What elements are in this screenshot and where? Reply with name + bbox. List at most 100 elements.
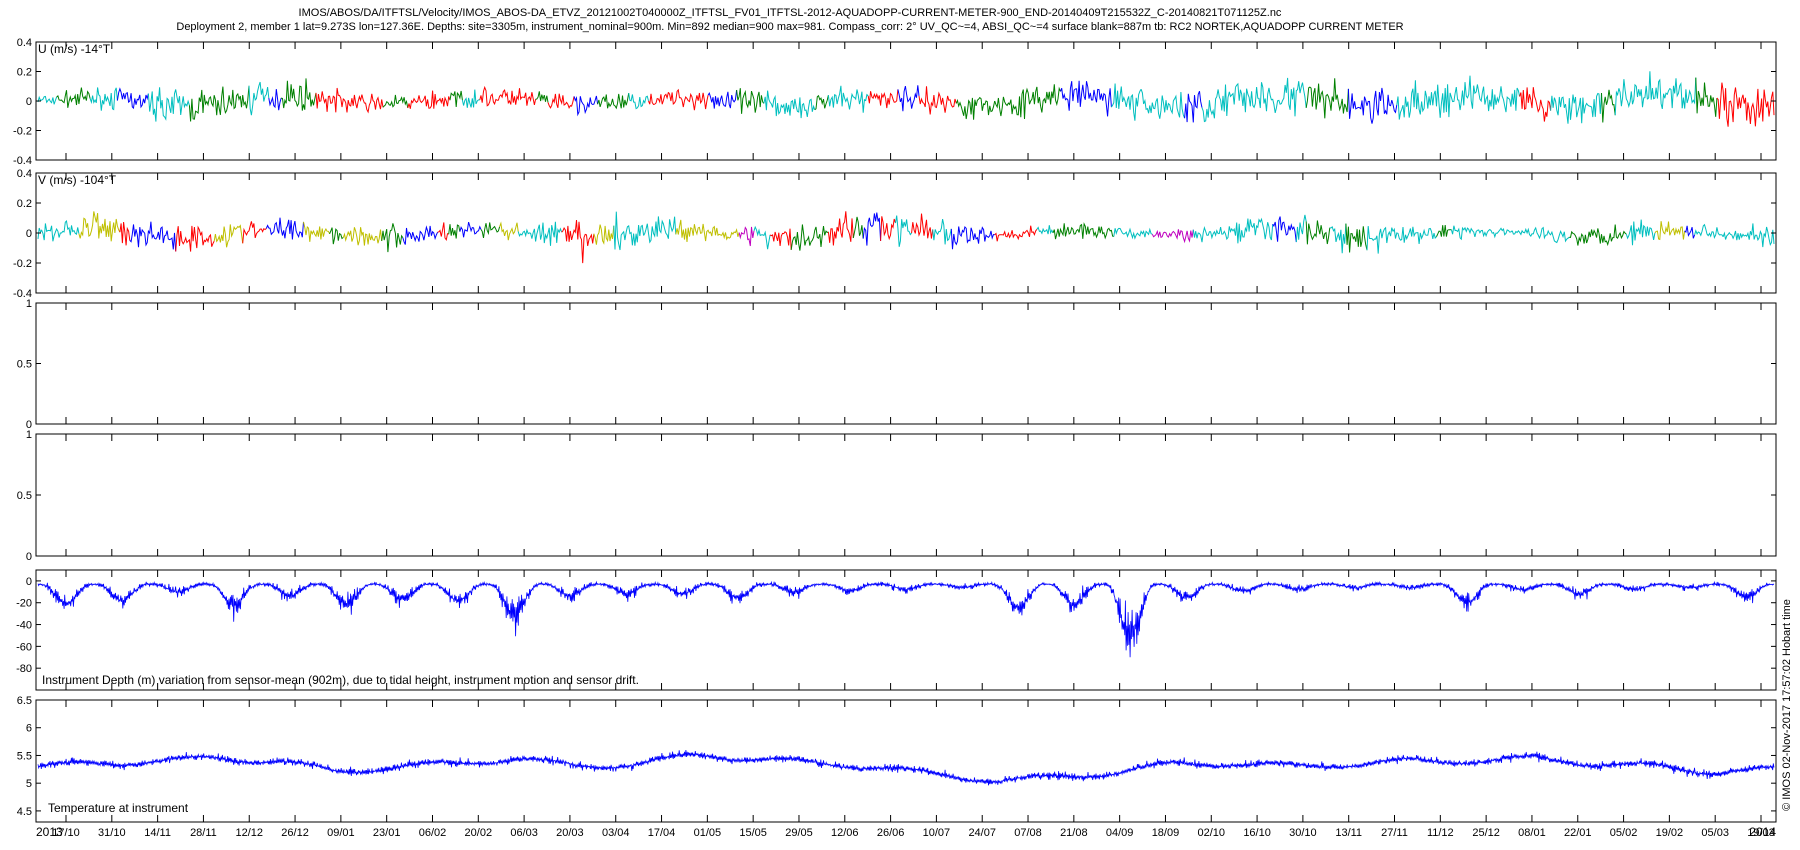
series-line-u [1439, 75, 1486, 118]
x-tick-label: 25/12 [1472, 827, 1500, 839]
series-line-u [219, 85, 250, 115]
series-line-v [1722, 223, 1757, 241]
series-line-v [593, 224, 615, 245]
y-tick-label: 0 [26, 96, 32, 108]
series-line-u [736, 88, 765, 114]
series-line-v [769, 228, 792, 250]
x-tick-label: 03/04 [602, 827, 630, 839]
y-tick-label: -80 [16, 663, 32, 675]
x-tick-label: 12/06 [831, 827, 859, 839]
series-line-v [1756, 226, 1775, 248]
series-line-u [1578, 92, 1602, 124]
series-line-u [1305, 78, 1349, 119]
series-line-u [1396, 80, 1441, 120]
panel-label-depth: Instrument Depth (m) variation from sens… [42, 673, 639, 687]
series-line-u [1347, 88, 1380, 124]
y-tick-label: 1 [26, 298, 32, 310]
x-tick-label: 21/08 [1060, 827, 1088, 839]
series-line-u [707, 89, 738, 109]
x-tick-label: 06/03 [510, 827, 538, 839]
series-line-v [459, 221, 482, 238]
series-line-v [675, 219, 699, 242]
panel-label-temp: Temperature at instrument [48, 801, 189, 815]
series-line-u [1201, 84, 1236, 123]
series-line-v [78, 211, 121, 242]
series-line-u [1235, 82, 1277, 114]
y-tick-label: 0.4 [17, 168, 32, 180]
x-tick-label: 01/05 [694, 827, 722, 839]
x-tick-label: 11/12 [1427, 827, 1454, 839]
series-line-u [89, 87, 118, 111]
series-line-u [268, 89, 282, 111]
series-line-u [1140, 89, 1186, 119]
x-year-end-label: 2014 [1749, 825, 1776, 839]
x-tick-label: 29/05 [785, 827, 813, 839]
series-line-u [787, 97, 816, 119]
series-line-u [597, 93, 630, 110]
series-line-u [667, 88, 709, 111]
series-line-v [1511, 226, 1547, 240]
y-tick-label: 4.5 [17, 806, 32, 818]
series-line-u [827, 85, 869, 113]
series-line-temp [37, 750, 1775, 786]
series-line-v [1450, 225, 1493, 241]
series-line-v [517, 221, 563, 246]
panel-label-v: V (m/s) -104°T [38, 173, 117, 187]
series-line-v [265, 217, 304, 240]
y-tick-label: 0.2 [17, 67, 32, 79]
series-line-v [1392, 226, 1426, 245]
series-line-v [1625, 219, 1656, 246]
y-tick-label: -60 [16, 641, 32, 653]
x-tick-label: 28/11 [190, 827, 217, 839]
axes-box [35, 699, 1777, 823]
axes-box [35, 302, 1777, 425]
series-line-v [852, 216, 864, 239]
series-line-v [329, 227, 344, 245]
series-line-v [1569, 228, 1605, 246]
panel-v: -0.4-0.200.20.4 V (m/s) -104°T [13, 168, 1777, 300]
series-line-v [480, 222, 501, 238]
series-line-v [950, 226, 995, 250]
series-line-v [381, 223, 404, 253]
series-line-v [1684, 225, 1696, 239]
series-line-u [1378, 87, 1398, 115]
series-line-v [994, 225, 1038, 242]
series-line-v [1113, 227, 1153, 240]
series-line-v [561, 219, 595, 264]
x-tick-label: 08/01 [1518, 827, 1546, 839]
series-line-u [479, 85, 512, 107]
panel-empty2: 00.51 [17, 429, 1777, 563]
y-tick-label: -0.2 [13, 126, 32, 138]
series-line-v [1436, 224, 1452, 237]
series-line-u [116, 87, 149, 110]
x-tick-label: 17/10 [52, 827, 80, 839]
panel-u: -0.4 -0.2 0 0.2 0.4 U (m/s) -14°T [13, 37, 1777, 167]
panel-empty1: 00.51 [17, 298, 1777, 431]
series-line-u [1060, 80, 1085, 111]
series-line-u [1601, 89, 1616, 123]
x-tick-label: 02/10 [1198, 827, 1226, 839]
series-line-u [867, 89, 899, 109]
series-line-u [1484, 86, 1521, 113]
series-line-v [119, 221, 131, 246]
series-line-v [753, 225, 771, 250]
credit-text: © IMOS 02-Nov-2017 17:57:02 Hobart time [1781, 599, 1793, 811]
panel-depth: -80 -60 -40 -20 0 Instrument Depth (m) variat… [16, 569, 1777, 691]
series-line-v [402, 225, 439, 245]
series-line-v [932, 218, 952, 245]
series-line-v [911, 213, 934, 239]
x-tick-label: 09/01 [327, 827, 355, 839]
series-line-u [1550, 95, 1566, 116]
series-line-u [510, 88, 537, 106]
series-line-u [573, 95, 599, 117]
series-line-v [613, 211, 645, 251]
y-tick-label: 0.2 [17, 198, 32, 210]
y-tick-label: 0 [26, 551, 32, 563]
series-line-u [535, 91, 549, 103]
series-line-u [1565, 94, 1580, 124]
series-line-v [1366, 226, 1394, 254]
x-tick-label: 26/06 [877, 827, 905, 839]
x-tick-label: 27/11 [1381, 827, 1408, 839]
series-line-u [1184, 91, 1203, 123]
series-line-v [738, 226, 755, 247]
